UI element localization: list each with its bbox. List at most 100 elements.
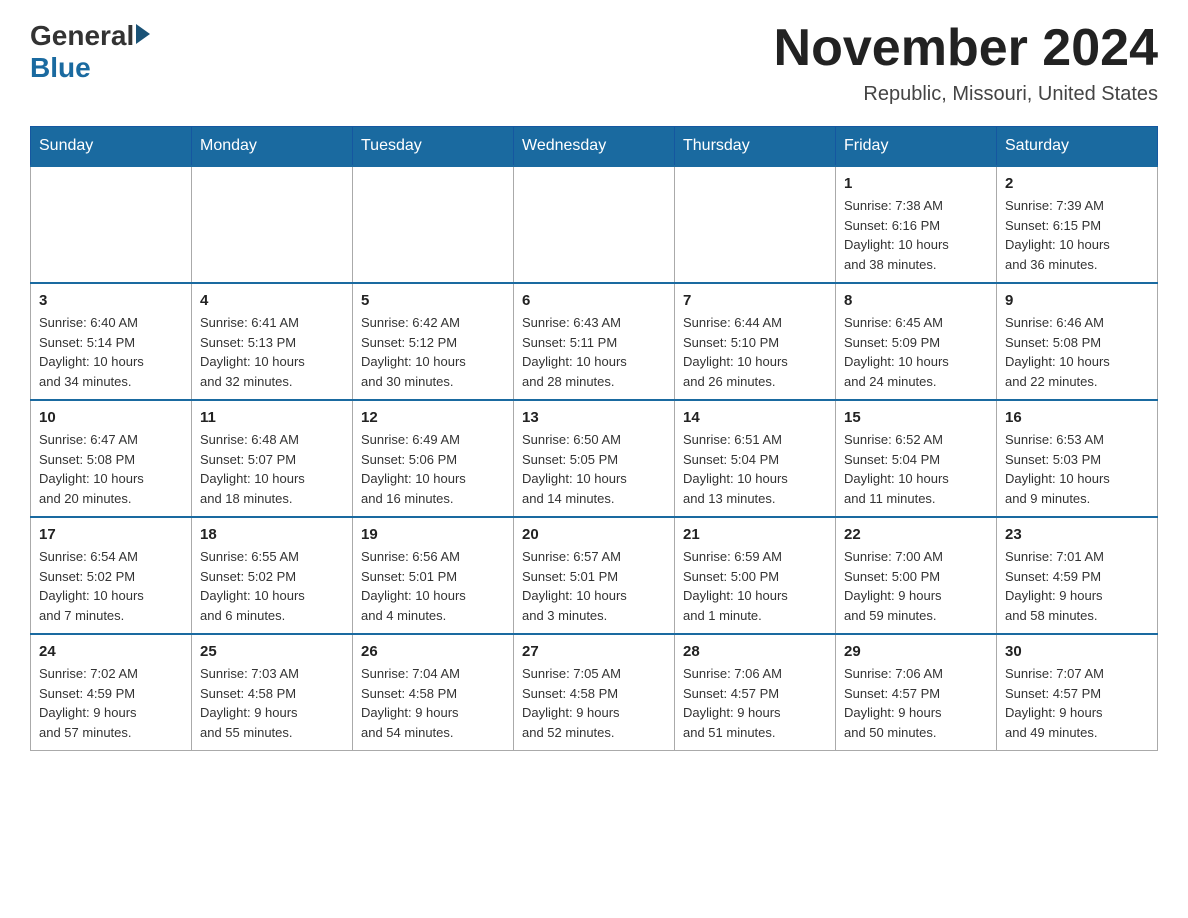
- calendar-header-tuesday: Tuesday: [353, 127, 514, 167]
- day-info: Sunrise: 6:54 AM Sunset: 5:02 PM Dayligh…: [39, 547, 183, 625]
- day-number: 27: [522, 643, 666, 660]
- day-number: 12: [361, 409, 505, 426]
- calendar-cell: 5 Sunrise: 6:42 AM Sunset: 5:12 PM Daylig…: [353, 283, 514, 400]
- calendar-cell: 24 Sunrise: 7:02 AM Sunset: 4:59 PM Dayli…: [31, 634, 192, 751]
- calendar-header-row: SundayMondayTuesdayWednesdayThursdayFrid…: [31, 127, 1158, 167]
- day-number: 20: [522, 526, 666, 543]
- day-info: Sunrise: 6:53 AM Sunset: 5:03 PM Dayligh…: [1005, 430, 1149, 508]
- day-info: Sunrise: 6:41 AM Sunset: 5:13 PM Dayligh…: [200, 313, 344, 391]
- day-info: Sunrise: 6:55 AM Sunset: 5:02 PM Dayligh…: [200, 547, 344, 625]
- calendar-cell: 7 Sunrise: 6:44 AM Sunset: 5:10 PM Daylig…: [675, 283, 836, 400]
- day-info: Sunrise: 7:02 AM Sunset: 4:59 PM Dayligh…: [39, 664, 183, 742]
- calendar-cell: 17 Sunrise: 6:54 AM Sunset: 5:02 PM Dayli…: [31, 517, 192, 634]
- day-number: 17: [39, 526, 183, 543]
- day-number: 8: [844, 292, 988, 309]
- day-number: 25: [200, 643, 344, 660]
- calendar-cell: 26 Sunrise: 7:04 AM Sunset: 4:58 PM Dayli…: [353, 634, 514, 751]
- calendar-cell: [675, 166, 836, 283]
- day-number: 2: [1005, 175, 1149, 192]
- day-number: 16: [1005, 409, 1149, 426]
- calendar-cell: 19 Sunrise: 6:56 AM Sunset: 5:01 PM Dayli…: [353, 517, 514, 634]
- calendar-cell: 29 Sunrise: 7:06 AM Sunset: 4:57 PM Dayli…: [836, 634, 997, 751]
- day-info: Sunrise: 7:00 AM Sunset: 5:00 PM Dayligh…: [844, 547, 988, 625]
- day-info: Sunrise: 6:40 AM Sunset: 5:14 PM Dayligh…: [39, 313, 183, 391]
- day-info: Sunrise: 7:06 AM Sunset: 4:57 PM Dayligh…: [844, 664, 988, 742]
- calendar-header-sunday: Sunday: [31, 127, 192, 167]
- day-number: 1: [844, 175, 988, 192]
- day-number: 19: [361, 526, 505, 543]
- calendar-header-thursday: Thursday: [675, 127, 836, 167]
- day-info: Sunrise: 6:52 AM Sunset: 5:04 PM Dayligh…: [844, 430, 988, 508]
- day-number: 21: [683, 526, 827, 543]
- day-number: 6: [522, 292, 666, 309]
- day-number: 10: [39, 409, 183, 426]
- calendar-header-monday: Monday: [192, 127, 353, 167]
- logo: General Blue: [30, 20, 150, 84]
- calendar-table: SundayMondayTuesdayWednesdayThursdayFrid…: [30, 126, 1158, 751]
- day-info: Sunrise: 6:56 AM Sunset: 5:01 PM Dayligh…: [361, 547, 505, 625]
- logo-triangle-icon: [136, 24, 150, 44]
- day-info: Sunrise: 6:50 AM Sunset: 5:05 PM Dayligh…: [522, 430, 666, 508]
- page-header: General Blue November 2024 Republic, Mis…: [30, 20, 1158, 106]
- calendar-cell: 27 Sunrise: 7:05 AM Sunset: 4:58 PM Dayli…: [514, 634, 675, 751]
- day-info: Sunrise: 7:38 AM Sunset: 6:16 PM Dayligh…: [844, 196, 988, 274]
- calendar-cell: 16 Sunrise: 6:53 AM Sunset: 5:03 PM Dayli…: [997, 400, 1158, 517]
- calendar-cell: 30Sunrise: 7:07 AM Sunset: 4:57 PM Dayli…: [997, 634, 1158, 751]
- day-number: 3: [39, 292, 183, 309]
- calendar-cell: 28Sunrise: 7:06 AM Sunset: 4:57 PM Dayli…: [675, 634, 836, 751]
- calendar-cell: 9 Sunrise: 6:46 AM Sunset: 5:08 PM Daylig…: [997, 283, 1158, 400]
- day-info: Sunrise: 7:39 AM Sunset: 6:15 PM Dayligh…: [1005, 196, 1149, 274]
- calendar-cell: 3 Sunrise: 6:40 AM Sunset: 5:14 PM Daylig…: [31, 283, 192, 400]
- day-info: Sunrise: 6:47 AM Sunset: 5:08 PM Dayligh…: [39, 430, 183, 508]
- calendar-week-5: 24 Sunrise: 7:02 AM Sunset: 4:59 PM Dayli…: [31, 634, 1158, 751]
- calendar-week-4: 17 Sunrise: 6:54 AM Sunset: 5:02 PM Dayli…: [31, 517, 1158, 634]
- calendar-cell: 23 Sunrise: 7:01 AM Sunset: 4:59 PM Dayli…: [997, 517, 1158, 634]
- day-info: Sunrise: 6:45 AM Sunset: 5:09 PM Dayligh…: [844, 313, 988, 391]
- day-number: 23: [1005, 526, 1149, 543]
- calendar-cell: 13 Sunrise: 6:50 AM Sunset: 5:05 PM Dayli…: [514, 400, 675, 517]
- day-number: 29: [844, 643, 988, 660]
- calendar-cell: 21Sunrise: 6:59 AM Sunset: 5:00 PM Dayli…: [675, 517, 836, 634]
- day-number: 7: [683, 292, 827, 309]
- calendar-cell: 20 Sunrise: 6:57 AM Sunset: 5:01 PM Dayli…: [514, 517, 675, 634]
- calendar-cell: 1 Sunrise: 7:38 AM Sunset: 6:16 PM Daylig…: [836, 166, 997, 283]
- day-info: Sunrise: 6:57 AM Sunset: 5:01 PM Dayligh…: [522, 547, 666, 625]
- calendar-week-1: 1 Sunrise: 7:38 AM Sunset: 6:16 PM Daylig…: [31, 166, 1158, 283]
- day-info: Sunrise: 7:03 AM Sunset: 4:58 PM Dayligh…: [200, 664, 344, 742]
- day-info: Sunrise: 7:01 AM Sunset: 4:59 PM Dayligh…: [1005, 547, 1149, 625]
- day-info: Sunrise: 6:51 AM Sunset: 5:04 PM Dayligh…: [683, 430, 827, 508]
- day-number: 26: [361, 643, 505, 660]
- calendar-week-2: 3 Sunrise: 6:40 AM Sunset: 5:14 PM Daylig…: [31, 283, 1158, 400]
- calendar-cell: 18 Sunrise: 6:55 AM Sunset: 5:02 PM Dayli…: [192, 517, 353, 634]
- day-number: 14: [683, 409, 827, 426]
- day-info: Sunrise: 6:44 AM Sunset: 5:10 PM Dayligh…: [683, 313, 827, 391]
- calendar-header-friday: Friday: [836, 127, 997, 167]
- calendar-cell: 25 Sunrise: 7:03 AM Sunset: 4:58 PM Dayli…: [192, 634, 353, 751]
- day-info: Sunrise: 7:05 AM Sunset: 4:58 PM Dayligh…: [522, 664, 666, 742]
- calendar-header-wednesday: Wednesday: [514, 127, 675, 167]
- location: Republic, Missouri, United States: [774, 83, 1158, 106]
- calendar-cell: 14 Sunrise: 6:51 AM Sunset: 5:04 PM Dayli…: [675, 400, 836, 517]
- calendar-cell: 22Sunrise: 7:00 AM Sunset: 5:00 PM Dayli…: [836, 517, 997, 634]
- day-info: Sunrise: 6:42 AM Sunset: 5:12 PM Dayligh…: [361, 313, 505, 391]
- calendar-cell: [192, 166, 353, 283]
- calendar-cell: 6Sunrise: 6:43 AM Sunset: 5:11 PM Daylig…: [514, 283, 675, 400]
- day-number: 24: [39, 643, 183, 660]
- day-number: 9: [1005, 292, 1149, 309]
- logo-general: General: [30, 20, 134, 52]
- title-section: November 2024 Republic, Missouri, United…: [774, 20, 1158, 106]
- day-number: 4: [200, 292, 344, 309]
- day-info: Sunrise: 7:06 AM Sunset: 4:57 PM Dayligh…: [683, 664, 827, 742]
- day-info: Sunrise: 7:04 AM Sunset: 4:58 PM Dayligh…: [361, 664, 505, 742]
- calendar-cell: 15 Sunrise: 6:52 AM Sunset: 5:04 PM Dayli…: [836, 400, 997, 517]
- calendar-cell: [31, 166, 192, 283]
- day-number: 15: [844, 409, 988, 426]
- calendar-cell: 8 Sunrise: 6:45 AM Sunset: 5:09 PM Daylig…: [836, 283, 997, 400]
- calendar-cell: 10 Sunrise: 6:47 AM Sunset: 5:08 PM Dayli…: [31, 400, 192, 517]
- day-info: Sunrise: 6:46 AM Sunset: 5:08 PM Dayligh…: [1005, 313, 1149, 391]
- calendar-cell: [514, 166, 675, 283]
- day-number: 13: [522, 409, 666, 426]
- day-number: 30: [1005, 643, 1149, 660]
- day-number: 5: [361, 292, 505, 309]
- day-number: 18: [200, 526, 344, 543]
